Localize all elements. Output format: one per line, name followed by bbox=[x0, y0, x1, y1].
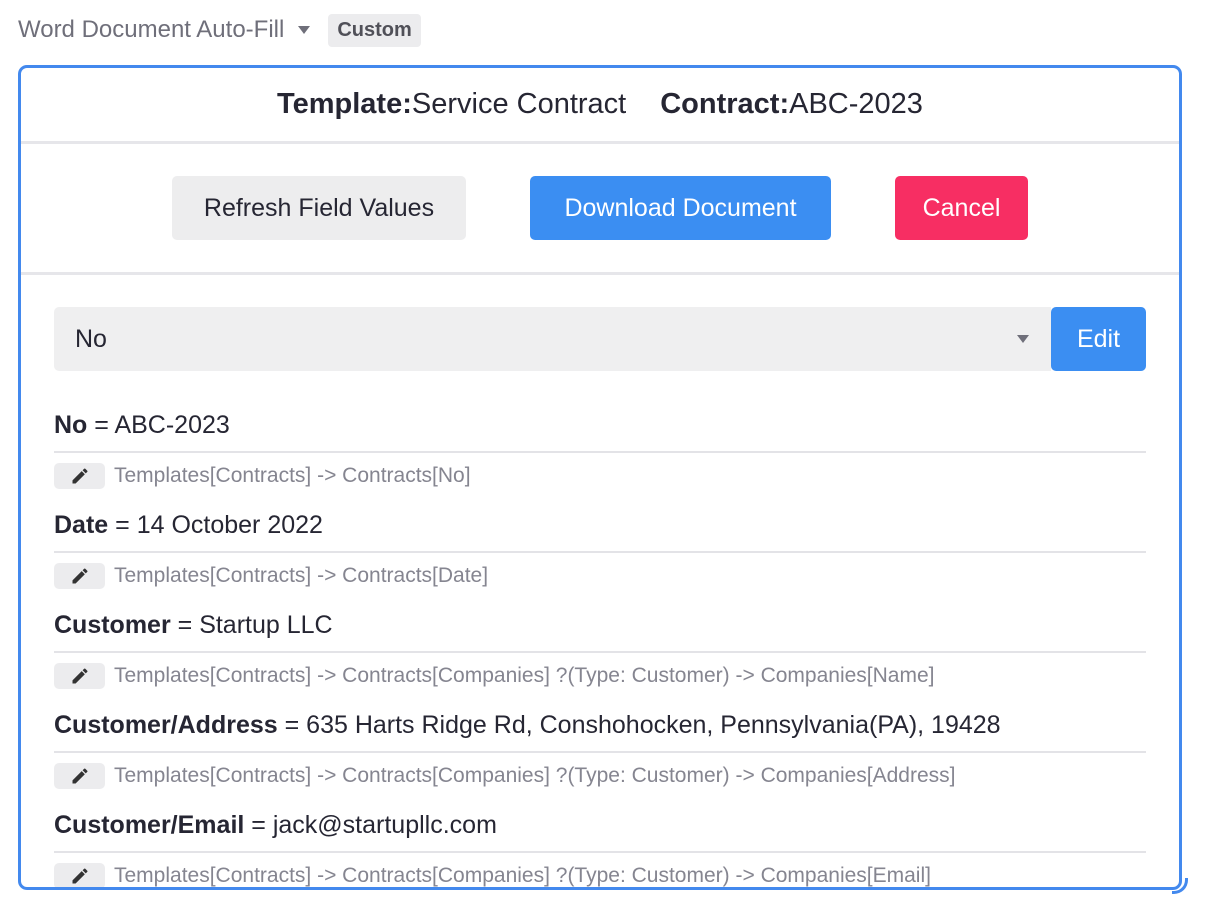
pencil-icon[interactable] bbox=[54, 463, 105, 489]
pencil-icon[interactable] bbox=[54, 563, 105, 589]
field-path-row: Templates[Contracts] -> Contracts[No] bbox=[54, 463, 1146, 489]
cancel-button[interactable]: Cancel bbox=[895, 176, 1028, 240]
field-path-row: Templates[Contracts] -> Contracts[Compan… bbox=[54, 763, 1146, 789]
field-separator: = bbox=[277, 711, 307, 739]
contract-label: Contract: bbox=[660, 88, 790, 120]
action-bar: Refresh Field Values Download Document C… bbox=[21, 144, 1179, 275]
field-item: Customer/Address = 635 Harts Ridge Rd, C… bbox=[54, 709, 1146, 809]
field-item: Customer = Startup LLC Templates[Contrac… bbox=[54, 609, 1146, 709]
field-name: Customer/Address bbox=[54, 711, 278, 739]
pencil-icon[interactable] bbox=[54, 763, 105, 789]
field-path: Templates[Contracts] -> Contracts[Date] bbox=[114, 564, 489, 587]
field-value: jack@startupllc.com bbox=[272, 811, 497, 839]
field-item: Customer/Email = jack@startupllc.com Tem… bbox=[54, 809, 1146, 887]
field-path-row: Templates[Contracts] -> Contracts[Compan… bbox=[54, 863, 1146, 887]
pencil-icon[interactable] bbox=[54, 863, 105, 887]
field-name: Customer bbox=[54, 611, 171, 639]
widget-header: Word Document Auto-Fill Custom bbox=[18, 12, 421, 48]
field-path: Templates[Contracts] -> Contracts[No] bbox=[114, 464, 471, 487]
refresh-field-values-button[interactable]: Refresh Field Values bbox=[172, 176, 466, 240]
field-value: 635 Harts Ridge Rd, Conshohocken, Pennsy… bbox=[306, 711, 1001, 739]
field-line: Date = 14 October 2022 bbox=[54, 509, 1146, 553]
field-selector-row: No Edit bbox=[54, 307, 1146, 371]
chevron-down-icon[interactable] bbox=[298, 26, 311, 34]
field-separator: = bbox=[244, 811, 273, 839]
field-select-value: No bbox=[75, 324, 107, 353]
field-line: Customer/Email = jack@startupllc.com bbox=[54, 809, 1146, 853]
field-list: No = ABC-2023 Templates[Contracts] -> Co… bbox=[54, 409, 1146, 887]
edit-button[interactable]: Edit bbox=[1051, 307, 1146, 371]
field-path: Templates[Contracts] -> Contracts[Compan… bbox=[114, 664, 935, 687]
field-line: No = ABC-2023 bbox=[54, 409, 1146, 453]
field-name: No bbox=[54, 411, 88, 439]
field-select[interactable]: No bbox=[54, 307, 1051, 371]
field-line: Customer = Startup LLC bbox=[54, 609, 1146, 653]
download-document-button[interactable]: Download Document bbox=[530, 176, 831, 240]
field-value: ABC-2023 bbox=[114, 411, 230, 439]
template-value: Service Contract bbox=[411, 88, 627, 120]
field-item: Date = 14 October 2022 Templates[Contrac… bbox=[54, 509, 1146, 609]
field-path-row: Templates[Contracts] -> Contracts[Compan… bbox=[54, 663, 1146, 689]
custom-badge: Custom bbox=[328, 13, 421, 47]
field-separator: = bbox=[87, 411, 115, 439]
template-info: Template: Service Contract Contract: ABC-2… bbox=[21, 68, 1179, 144]
field-path: Templates[Contracts] -> Contracts[Compan… bbox=[114, 764, 956, 787]
field-path: Templates[Contracts] -> Contracts[Compan… bbox=[114, 864, 931, 887]
template-label: Template: bbox=[277, 88, 412, 120]
autofill-panel: Template: Service Contract Contract: ABC-2… bbox=[18, 65, 1182, 890]
resize-handle[interactable] bbox=[1172, 878, 1188, 894]
field-separator: = bbox=[170, 611, 200, 639]
field-name: Date bbox=[54, 511, 109, 539]
field-value: Startup LLC bbox=[199, 611, 333, 639]
field-value: 14 October 2022 bbox=[136, 511, 323, 539]
field-path-row: Templates[Contracts] -> Contracts[Date] bbox=[54, 563, 1146, 589]
contract-value: ABC-2023 bbox=[789, 88, 923, 120]
field-line: Customer/Address = 635 Harts Ridge Rd, C… bbox=[54, 709, 1146, 753]
widget-title: Word Document Auto-Fill bbox=[18, 16, 285, 43]
field-item: No = ABC-2023 Templates[Contracts] -> Co… bbox=[54, 409, 1146, 509]
field-separator: = bbox=[108, 511, 137, 539]
field-name: Customer/Email bbox=[54, 811, 245, 839]
pencil-icon[interactable] bbox=[54, 663, 105, 689]
chevron-down-icon bbox=[1017, 335, 1029, 343]
field-editor: No Edit No = ABC-2023 Templates[Contract… bbox=[21, 275, 1179, 887]
